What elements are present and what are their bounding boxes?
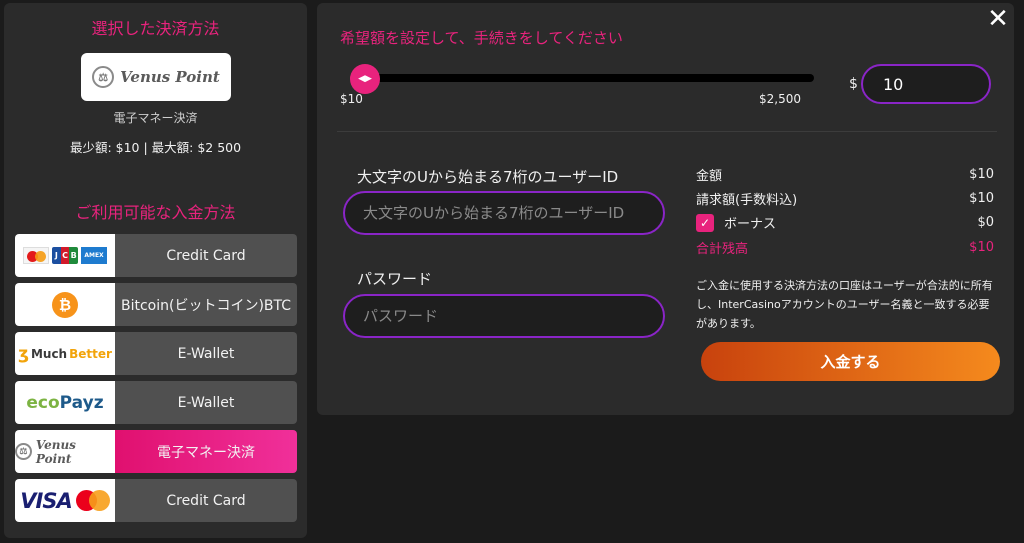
deposit-button[interactable]: 入金する bbox=[701, 342, 1000, 381]
selected-method-logo: ⚖ Venus Point bbox=[81, 53, 231, 101]
ecopayz-logo: ecoPayz bbox=[26, 392, 104, 413]
available-methods-heading: ご利用可能な入金方法 bbox=[75, 203, 236, 222]
method-label: Credit Card bbox=[115, 479, 297, 522]
summary-bonus-row: ✓ ボーナス $0 bbox=[696, 211, 994, 234]
mastercard-icon bbox=[75, 489, 110, 512]
password-label: パスワード bbox=[357, 270, 433, 288]
deposit-form-panel: 希望額を設定して、手続きをしてください ◀▶ $10 $2,500 $ 大文字の… bbox=[317, 3, 1014, 415]
amount-slider-thumb[interactable]: ◀▶ bbox=[350, 64, 380, 94]
method-ecopayz[interactable]: ecoPayz E-Wallet bbox=[15, 381, 297, 424]
currency-symbol: $ bbox=[849, 76, 858, 92]
summary-amount-row: 金額 $10 bbox=[696, 167, 994, 184]
form-title: 希望額を設定して、手続きをしてください bbox=[340, 29, 623, 47]
venus-point-emblem-icon: ⚖ bbox=[92, 66, 115, 88]
venus-point-logo-text: Venus Point bbox=[120, 68, 220, 86]
muchbetter-mark-icon: ʒ bbox=[18, 343, 29, 364]
summary-billed-row: 請求額(手数料込) $10 bbox=[696, 191, 994, 208]
method-visa-mastercard[interactable]: VISA Credit Card bbox=[15, 479, 297, 522]
user-id-input[interactable] bbox=[343, 191, 665, 235]
bitcoin-icon: ₿ bbox=[52, 291, 78, 318]
method-bitcoin[interactable]: ₿ Bitcoin(ビットコイン)BTC bbox=[15, 283, 297, 326]
selected-method-subtitle: 電子マネー決済 bbox=[113, 111, 198, 125]
method-venus-point[interactable]: ⚖ Venus Point 電子マネー決済 bbox=[15, 430, 297, 473]
amex-icon: AMEX bbox=[81, 247, 107, 264]
venus-point-emblem-icon: ⚖ bbox=[15, 443, 32, 460]
summary-total-row: 合計残高 $10 bbox=[696, 240, 994, 257]
mastercard-mini-icon bbox=[23, 247, 49, 264]
payment-methods-panel: 選択した決済方法 ⚖ Venus Point 電子マネー決済 最少額: $10 … bbox=[4, 3, 307, 538]
user-id-label: 大文字のUから始まる7桁のユーザーID bbox=[357, 168, 619, 186]
selected-method-heading: 選択した決済方法 bbox=[91, 19, 220, 38]
method-credit-card[interactable]: JCB AMEX Credit Card bbox=[15, 234, 297, 277]
venus-point-logo: ⚖ Venus Point bbox=[15, 438, 115, 466]
method-label: E-Wallet bbox=[115, 381, 297, 424]
muchbetter-logo: ʒ Much Better bbox=[18, 343, 112, 364]
method-label: 電子マネー決済 bbox=[115, 430, 297, 473]
close-icon[interactable]: ✕ bbox=[987, 6, 1009, 32]
password-input[interactable] bbox=[343, 294, 665, 338]
method-label: Bitcoin(ビットコイン)BTC bbox=[115, 283, 297, 326]
credit-card-brands-logo: JCB AMEX bbox=[15, 234, 115, 277]
methods-list: JCB AMEX Credit Card ₿ Bitcoin(ビットコイン)BT… bbox=[15, 234, 297, 528]
amount-input[interactable] bbox=[861, 64, 991, 104]
slider-max-label: $2,500 bbox=[759, 92, 801, 106]
method-label: Credit Card bbox=[115, 234, 297, 277]
bonus-checkbox[interactable]: ✓ bbox=[696, 213, 714, 232]
slider-min-label: $10 bbox=[340, 92, 363, 106]
deposit-limits: 最少額: $10 | 最大額: $2 500 bbox=[69, 140, 242, 155]
jcb-icon: JCB bbox=[52, 247, 78, 264]
method-label: E-Wallet bbox=[115, 332, 297, 375]
ownership-note: ご入金に使用する決済方法の口座はユーザーが合法的に所有し、InterCasino… bbox=[696, 279, 993, 330]
visa-logo: VISA bbox=[20, 488, 72, 513]
method-muchbetter[interactable]: ʒ Much Better E-Wallet bbox=[15, 332, 297, 375]
divider bbox=[337, 131, 997, 132]
deposit-summary: 金額 $10 請求額(手数料込) $10 ✓ ボーナス $0 合計残高 $10 bbox=[696, 163, 994, 260]
amount-slider-track[interactable] bbox=[350, 74, 814, 82]
